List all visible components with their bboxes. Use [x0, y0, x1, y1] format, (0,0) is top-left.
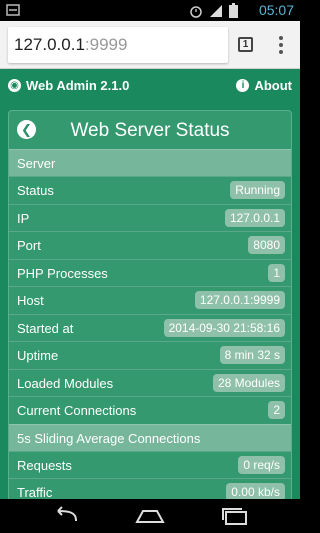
battery-icon — [229, 3, 238, 18]
row-label: Requests — [17, 457, 72, 473]
table-row: PHP Processes 1 — [9, 258, 291, 287]
page-title: Web Server Status — [70, 120, 230, 141]
system-nav-bar — [0, 499, 300, 533]
row-label: IP — [17, 210, 30, 226]
tab-switcher-button[interactable]: 1 — [238, 37, 253, 52]
alarm-icon — [190, 5, 202, 18]
url-host: 127.0.0.1 — [14, 35, 85, 54]
notification-icon — [6, 4, 20, 16]
row-label: Port — [17, 238, 41, 253]
table-row: Loaded Modules 28 Modules — [9, 368, 291, 397]
table-row: Started at 2014-09-30 21:58:16 — [9, 313, 291, 342]
clock: 05:07 — [258, 2, 294, 18]
url-port: :9999 — [84, 35, 128, 54]
table-row: Port 8080 — [9, 231, 291, 259]
nav-home-icon[interactable] — [135, 506, 165, 526]
panel-header: ❮ Web Server Status — [9, 111, 291, 149]
row-label: Status — [17, 183, 54, 198]
globe-icon: ◉ — [8, 79, 21, 92]
about-label: About — [254, 78, 292, 93]
nav-back-icon[interactable] — [50, 506, 80, 526]
value-badge: 2 — [268, 401, 285, 419]
value-badge: 2014-09-30 21:58:16 — [163, 318, 285, 337]
value-badge: 8080 — [248, 236, 285, 254]
row-label: Started at — [17, 320, 74, 336]
table-row: Host 127.0.0.1:9999 — [9, 286, 291, 314]
url-bar[interactable]: 127.0.0.1:9999 — [8, 27, 228, 63]
section-header-connections: 5s Sliding Average Connections — [9, 423, 291, 451]
value-badge: 127.0.0.1:9999 — [194, 291, 285, 309]
row-label: Host — [17, 293, 44, 308]
nav-recents-icon[interactable] — [220, 506, 250, 526]
web-page: ◉ Web Admin 2.1.0 i About ❮ Web Server S… — [0, 69, 300, 499]
browser-menu-icon[interactable] — [279, 36, 283, 54]
app-title: Web Admin 2.1.0 — [26, 78, 130, 93]
table-row: Uptime 8 min 32 s — [9, 341, 291, 369]
section-header-server: Server — [9, 149, 291, 176]
table-row: Status Running — [9, 176, 291, 204]
app-header: ◉ Web Admin 2.1.0 i About — [0, 69, 300, 103]
info-icon: i — [236, 79, 250, 92]
value-badge: 0.00 kb/s — [226, 483, 285, 499]
status-panel: ❮ Web Server Status Server Status Running… — [8, 110, 292, 499]
value-badge: 8 min 32 s — [219, 346, 285, 364]
row-label: Traffic — [17, 485, 53, 499]
browser-toolbar: 127.0.0.1:9999 1 — [0, 21, 300, 69]
about-link[interactable]: i About — [236, 78, 292, 93]
status-badge: Running — [230, 181, 285, 199]
value-badge: 1 — [268, 263, 285, 282]
table-row: Traffic 0.00 kb/s — [9, 478, 291, 499]
row-label: Current Connections — [17, 403, 137, 418]
value-badge: 127.0.0.1 — [224, 208, 285, 227]
row-label: Uptime — [17, 348, 59, 363]
row-label: Loaded Modules — [17, 375, 114, 391]
row-label: PHP Processes — [17, 265, 108, 281]
table-row: IP 127.0.0.1 — [9, 203, 291, 232]
table-row: Requests 0 req/s — [9, 450, 291, 479]
table-row: Current Connections 2 — [9, 396, 291, 424]
value-badge: 28 Modules — [212, 373, 285, 392]
brand-link[interactable]: ◉ Web Admin 2.1.0 — [8, 78, 129, 93]
signal-icon — [210, 4, 222, 17]
status-bar: 05:07 — [0, 0, 300, 21]
value-badge: 0 req/s — [238, 455, 285, 474]
